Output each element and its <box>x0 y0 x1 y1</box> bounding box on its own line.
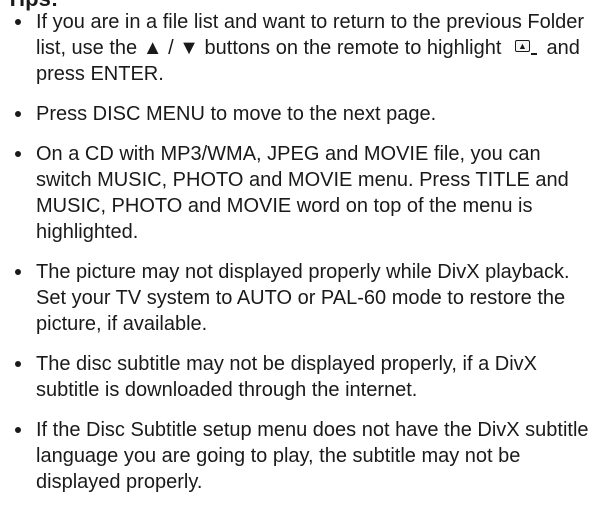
tip-switch-menu: On a CD with MP3/WMA, JPEG and MOVIE fil… <box>14 141 600 245</box>
tip-text: If you are in a file list and want to re… <box>36 11 585 59</box>
tip-disc-subtitle: The disc subtitle may not be displayed p… <box>14 351 600 403</box>
tip-divx-picture: The picture may not displayed properly w… <box>14 259 600 337</box>
tip-text: On a CD with MP3/WMA, JPEG and MOVIE fil… <box>36 143 569 243</box>
tip-text: Press DISC MENU to move to the next page… <box>36 103 437 125</box>
tip-return-folder: If you are in a file list and want to re… <box>14 9 600 87</box>
tip-text: The picture may not displayed properly w… <box>36 261 570 335</box>
tip-text: The disc subtitle may not be displayed p… <box>36 353 537 401</box>
tip-text: If the Disc Subtitle setup menu does not… <box>36 419 589 493</box>
tip-disc-menu: Press DISC MENU to move to the next page… <box>14 101 600 127</box>
tips-list: If you are in a file list and want to re… <box>14 9 600 509</box>
tips-page: Tips: If you are in a file list and want… <box>0 0 608 508</box>
return-folder-icon: ▲ <box>514 40 537 56</box>
tip-subtitle-language: If the Disc Subtitle setup menu does not… <box>14 417 600 495</box>
